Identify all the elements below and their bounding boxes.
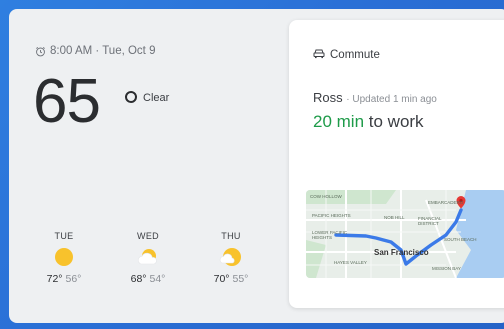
commute-title: Commute [330,49,380,61]
forecast-high: 68° [130,273,147,285]
updated-status: · Updated 1 min ago [346,94,437,105]
destination-name: Ross [313,90,343,105]
map-label-district: MISSION BAY [432,266,461,271]
weather-card[interactable]: 8:00 AM · Tue, Oct 9 65 Clear TUE 72° 56°… [9,9,289,323]
map-label-district: EMBARCADERO [428,200,464,205]
map-label-district: HAYES VALLEY [334,260,367,265]
map-label-district: LOWER PACIFIC HEIGHTS [312,230,348,240]
map-label-district: COW HOLLOW [310,194,342,199]
forecast-high: 70° [213,273,230,285]
forecast-low: 55° [232,273,249,285]
forecast-day-name: TUE [54,231,74,241]
destination-row: Ross · Updated 1 min ago [313,90,437,105]
map-label-city: San Francisco [374,248,429,257]
eta-suffix: to work [368,112,424,131]
alarm-clock-icon [35,46,46,57]
weather-display-frame: 8:00 AM · Tue, Oct 9 65 Clear TUE 72° 56°… [9,9,504,323]
commute-card[interactable]: Commute Ross · Updated 1 min ago 20 min … [289,20,504,308]
current-condition: Clear [143,92,170,104]
forecast-day-name: THU [221,231,241,241]
forecast-low: 56° [65,273,82,285]
eta-minutes: 20 min [313,112,365,131]
partly-sunny-icon [206,244,256,270]
map-label-district: NOB HILL [384,215,405,220]
forecast-day: WED 68° 54° [123,231,173,285]
forecast-day: TUE 72° 56° [39,231,89,285]
current-temperature: 65 [33,67,101,136]
route-map[interactable]: San Francisco COW HOLLOW PACIFIC HEIGHTS… [306,190,504,278]
forecast-day: THU 70° 55° [206,231,256,285]
forecast-high: 72° [46,273,63,285]
map-label-district: FINANCIAL DISTRICT [418,216,442,226]
eta-row: 20 min to work [313,112,424,132]
forecast-low: 54° [149,273,166,285]
partly-cloudy-icon [123,244,173,270]
car-icon [313,48,325,62]
datetime-text: 8:00 AM · Tue, Oct 9 [50,45,156,57]
datetime-row: 8:00 AM · Tue, Oct 9 [35,45,155,57]
forecast-day-name: WED [137,231,159,241]
sun-icon [39,244,89,270]
commute-header: Commute [313,48,380,62]
degree-symbol [125,91,137,103]
map-label-district: PACIFIC HEIGHTS [312,213,351,218]
map-label-district: SOUTH BEACH [444,237,477,242]
